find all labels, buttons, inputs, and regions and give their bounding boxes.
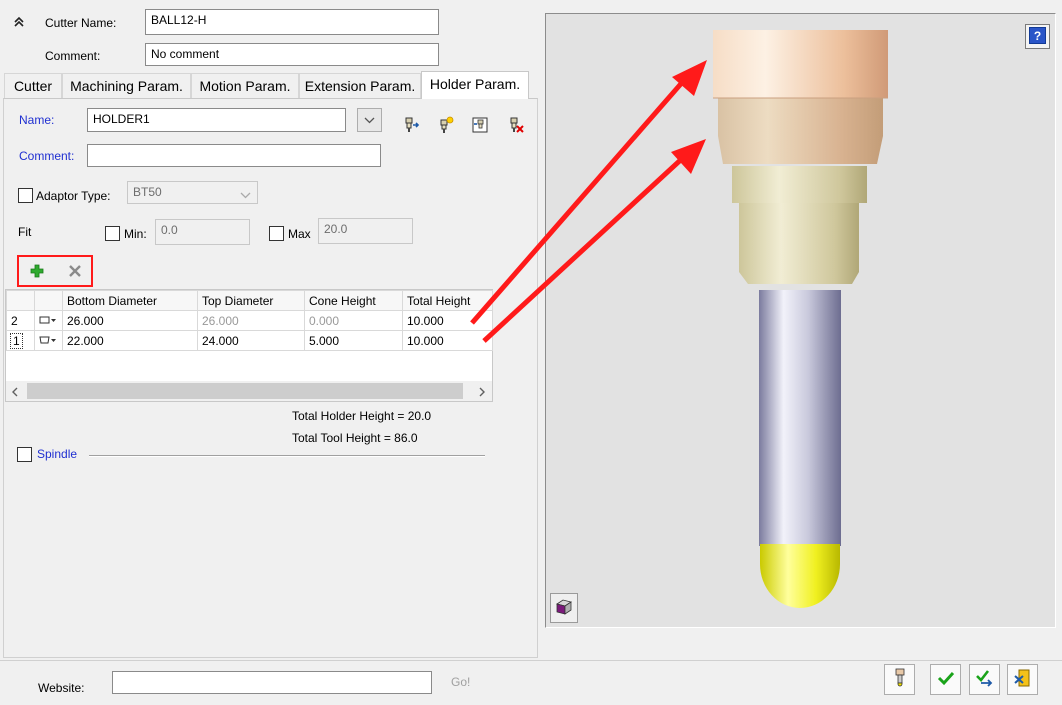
chevron-down-icon xyxy=(240,188,251,202)
table-header-row: Bottom Diameter Top Diameter Cone Height… xyxy=(6,290,493,311)
tool-icon xyxy=(893,668,907,691)
spindle-divider xyxy=(89,455,485,457)
comment-field[interactable]: No comment xyxy=(145,43,439,66)
scroll-right-icon[interactable] xyxy=(478,386,486,400)
total-holder-height: Total Holder Height = 20.0 xyxy=(292,409,432,423)
column-header-bottom-diameter[interactable]: Bottom Diameter xyxy=(62,290,198,311)
footer-divider xyxy=(0,660,1062,661)
row-type-dropdown[interactable] xyxy=(34,330,63,351)
cell-bottom-diameter[interactable]: 26.000 xyxy=(62,310,198,331)
cutter-name-label: Cutter Name: xyxy=(45,16,117,30)
cylinder-type-icon xyxy=(39,314,57,328)
adaptor-type-select[interactable]: BT50 xyxy=(127,181,258,204)
spindle-checkbox[interactable] xyxy=(17,447,32,462)
column-header-type xyxy=(34,290,63,311)
ok-button[interactable] xyxy=(930,664,961,695)
holder-new-icon[interactable] xyxy=(434,114,458,136)
column-header-cone-height[interactable]: Cone Height xyxy=(304,290,403,311)
go-link[interactable]: Go! xyxy=(451,675,470,689)
spindle-label: Spindle xyxy=(37,447,78,461)
website-label: Website: xyxy=(38,681,85,695)
row-index-focused: 1 xyxy=(10,332,23,349)
tab-extension-param[interactable]: Extension Param. xyxy=(299,73,421,98)
tool-preview-viewport[interactable]: ? xyxy=(545,13,1056,628)
table-horizontal-scrollbar[interactable] xyxy=(6,381,492,401)
min-checkbox[interactable] xyxy=(105,226,120,241)
cone-type-icon xyxy=(39,334,57,348)
cell-total-height[interactable]: 10.000 xyxy=(402,310,493,331)
delete-row-icon[interactable] xyxy=(63,260,87,282)
holder-save-icon[interactable] xyxy=(469,114,493,136)
min-label: Min: xyxy=(124,227,147,241)
adaptor-type-checkbox[interactable] xyxy=(18,188,33,203)
cell-total-height[interactable]: 10.000 xyxy=(402,330,493,351)
tab-cutter[interactable]: Cutter xyxy=(4,73,62,98)
view-cube-button[interactable] xyxy=(550,593,578,623)
max-checkbox[interactable] xyxy=(269,226,284,241)
chevron-down-icon xyxy=(364,113,375,127)
view-cube-icon xyxy=(555,598,573,619)
collapse-icon[interactable] xyxy=(12,14,26,30)
holder-comment-field[interactable] xyxy=(87,144,381,167)
holder-delete-icon[interactable] xyxy=(504,114,528,136)
help-button[interactable]: ? xyxy=(1025,24,1050,49)
tool-library-button[interactable] xyxy=(884,664,915,695)
holder-comment-label: Comment: xyxy=(19,149,75,163)
tab-motion-param[interactable]: Motion Param. xyxy=(191,73,299,98)
cell-cone-height[interactable]: 0.000 xyxy=(304,310,403,331)
adaptor-type-label: Adaptor Type: xyxy=(36,189,111,203)
holder-name-dropdown-button[interactable] xyxy=(357,108,382,132)
apply-button[interactable] xyxy=(969,664,1000,695)
row-type-dropdown[interactable] xyxy=(34,310,63,331)
column-header-index xyxy=(6,290,35,311)
cell-top-diameter[interactable]: 26.000 xyxy=(197,310,305,331)
total-tool-height: Total Tool Height = 86.0 xyxy=(292,431,418,445)
table-row[interactable]: 1 22.000 24.000 5.000 10.000 xyxy=(6,330,493,351)
holder-load-icon[interactable] xyxy=(399,114,423,136)
comment-label: Comment: xyxy=(45,49,101,63)
tab-machining-param[interactable]: Machining Param. xyxy=(62,73,191,98)
cell-bottom-diameter[interactable]: 22.000 xyxy=(62,330,198,351)
cell-cone-height[interactable]: 5.000 xyxy=(304,330,403,351)
cutter-name-field[interactable]: BALL12-H xyxy=(145,9,439,35)
scroll-left-icon[interactable] xyxy=(11,386,19,400)
holder-name-label: Name: xyxy=(19,113,55,127)
fit-label: Fit xyxy=(18,225,32,239)
layers-table: Bottom Diameter Top Diameter Cone Height… xyxy=(6,290,493,351)
check-icon xyxy=(937,670,955,689)
cancel-button[interactable] xyxy=(1007,664,1038,695)
tab-holder-param[interactable]: Holder Param. xyxy=(421,71,529,99)
add-row-icon[interactable] xyxy=(25,260,49,282)
table-row[interactable]: 2 26.000 26.000 0.000 10.000 xyxy=(6,310,493,331)
max-field[interactable]: 20.0 xyxy=(318,218,413,244)
row-index: 2 xyxy=(6,310,35,331)
cell-top-diameter[interactable]: 24.000 xyxy=(197,330,305,351)
help-icon: ? xyxy=(1029,26,1046,47)
scrollbar-thumb[interactable] xyxy=(27,383,463,399)
website-field[interactable] xyxy=(112,671,432,694)
row-index: 1 xyxy=(6,330,35,351)
tool-preview-drawing xyxy=(713,30,888,608)
min-field[interactable]: 0.0 xyxy=(155,219,250,245)
exit-icon xyxy=(1013,668,1033,691)
max-label: Max xyxy=(288,227,311,241)
svg-text:?: ? xyxy=(1034,29,1041,43)
adaptor-type-value: BT50 xyxy=(133,185,162,199)
holder-name-field[interactable]: HOLDER1 xyxy=(87,108,346,132)
check-arrow-icon xyxy=(975,669,995,690)
column-header-top-diameter[interactable]: Top Diameter xyxy=(197,290,305,311)
column-header-total-height[interactable]: Total Height xyxy=(402,290,493,311)
